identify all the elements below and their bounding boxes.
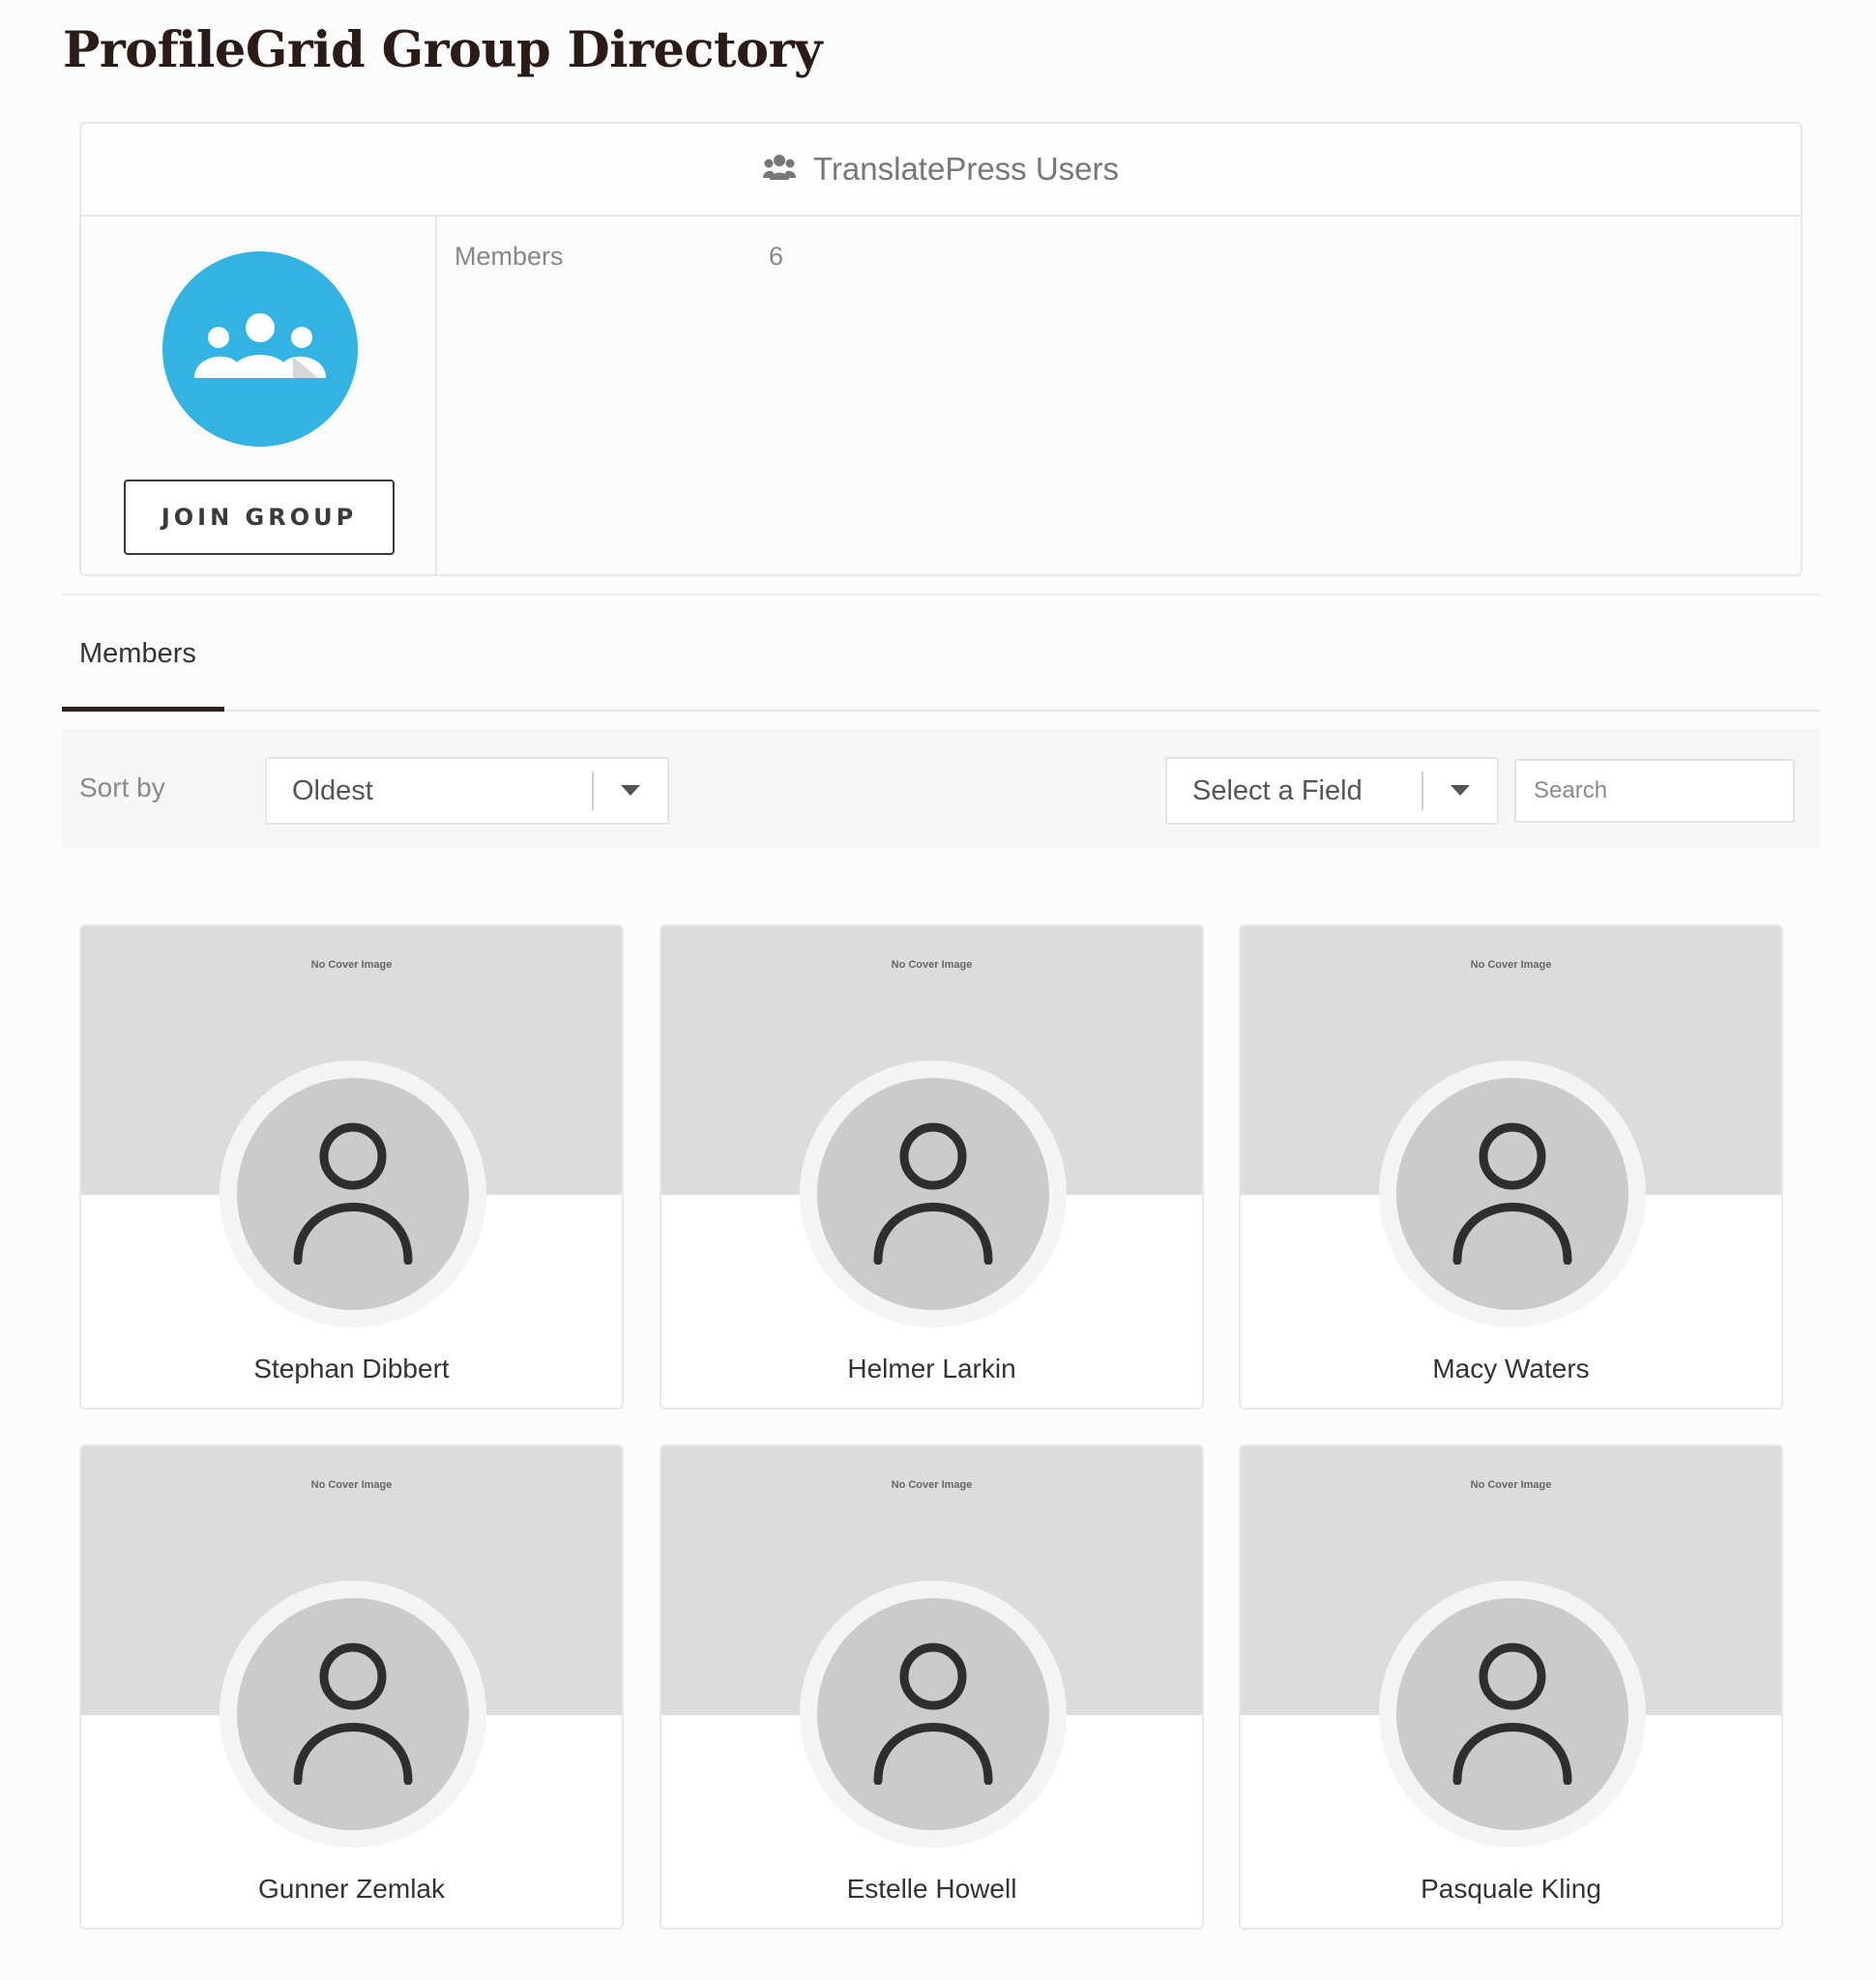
avatar[interactable] xyxy=(1396,1078,1628,1310)
user-icon xyxy=(870,1640,996,1790)
member-name[interactable]: Gunner Zemlak xyxy=(81,1874,622,1905)
cover-text: No Cover Image xyxy=(1470,959,1552,971)
member-card[interactable]: No Cover Image Stephan Dibbert xyxy=(79,924,624,1410)
user-icon xyxy=(1450,1640,1575,1790)
member-card[interactable]: No Cover Image Helmer Larkin xyxy=(660,924,1204,1410)
tab-baseline xyxy=(62,710,1820,712)
member-card[interactable]: No Cover Image Estelle Howell xyxy=(660,1444,1204,1930)
field-select[interactable]: Select a Field xyxy=(1165,757,1499,825)
page-title: ProfileGrid Group Directory xyxy=(63,21,823,79)
group-card: TranslatePress Users JOIN GROUP Members … xyxy=(79,122,1803,576)
sort-label: Sort by xyxy=(79,772,165,802)
member-name[interactable]: Estelle Howell xyxy=(661,1874,1202,1905)
cover-text: No Cover Image xyxy=(310,959,393,971)
users-icon xyxy=(762,153,796,187)
avatar[interactable] xyxy=(1396,1598,1628,1830)
avatar[interactable] xyxy=(237,1078,469,1310)
member-name[interactable]: Macy Waters xyxy=(1241,1354,1781,1384)
group-info: Members 6 xyxy=(437,217,1801,576)
chevron-down-icon xyxy=(594,785,667,797)
avatar[interactable] xyxy=(817,1078,1049,1310)
cover-text: No Cover Image xyxy=(310,1479,393,1491)
divider xyxy=(62,594,1820,596)
tab-members[interactable]: Members xyxy=(62,638,224,670)
user-icon xyxy=(290,1120,416,1269)
cover-text: No Cover Image xyxy=(891,959,973,971)
member-card[interactable]: No Cover Image Pasquale Kling xyxy=(1239,1444,1783,1930)
tab-active-indicator xyxy=(62,707,224,712)
member-name[interactable]: Helmer Larkin xyxy=(661,1354,1202,1384)
sort-select[interactable]: Oldest xyxy=(265,757,669,825)
cover-text: No Cover Image xyxy=(891,1479,973,1491)
group-name[interactable]: TranslatePress Users xyxy=(813,151,1119,188)
group-avatar xyxy=(162,251,358,447)
member-card[interactable]: No Cover Image Macy Waters xyxy=(1239,924,1783,1410)
user-icon xyxy=(870,1120,996,1269)
cover-text: No Cover Image xyxy=(1470,1479,1552,1491)
group-header: TranslatePress Users xyxy=(81,124,1801,217)
search-input[interactable] xyxy=(1514,759,1795,823)
members-count-value: 6 xyxy=(769,242,784,271)
join-group-button[interactable]: JOIN GROUP xyxy=(124,480,395,555)
user-icon xyxy=(1450,1120,1575,1269)
field-select-value: Select a Field xyxy=(1192,774,1363,806)
member-name[interactable]: Pasquale Kling xyxy=(1241,1874,1781,1905)
avatar[interactable] xyxy=(237,1598,469,1830)
sort-select-value: Oldest xyxy=(292,774,373,806)
user-icon xyxy=(290,1640,416,1790)
member-name[interactable]: Stephan Dibbert xyxy=(81,1354,622,1384)
filter-bar: Sort by Oldest Select a Field xyxy=(62,730,1820,850)
group-people-icon xyxy=(192,308,328,391)
members-count-label: Members xyxy=(454,242,564,271)
member-card[interactable]: No Cover Image Gunner Zemlak xyxy=(79,1444,624,1930)
avatar[interactable] xyxy=(817,1598,1049,1830)
chevron-down-icon xyxy=(1423,785,1497,797)
